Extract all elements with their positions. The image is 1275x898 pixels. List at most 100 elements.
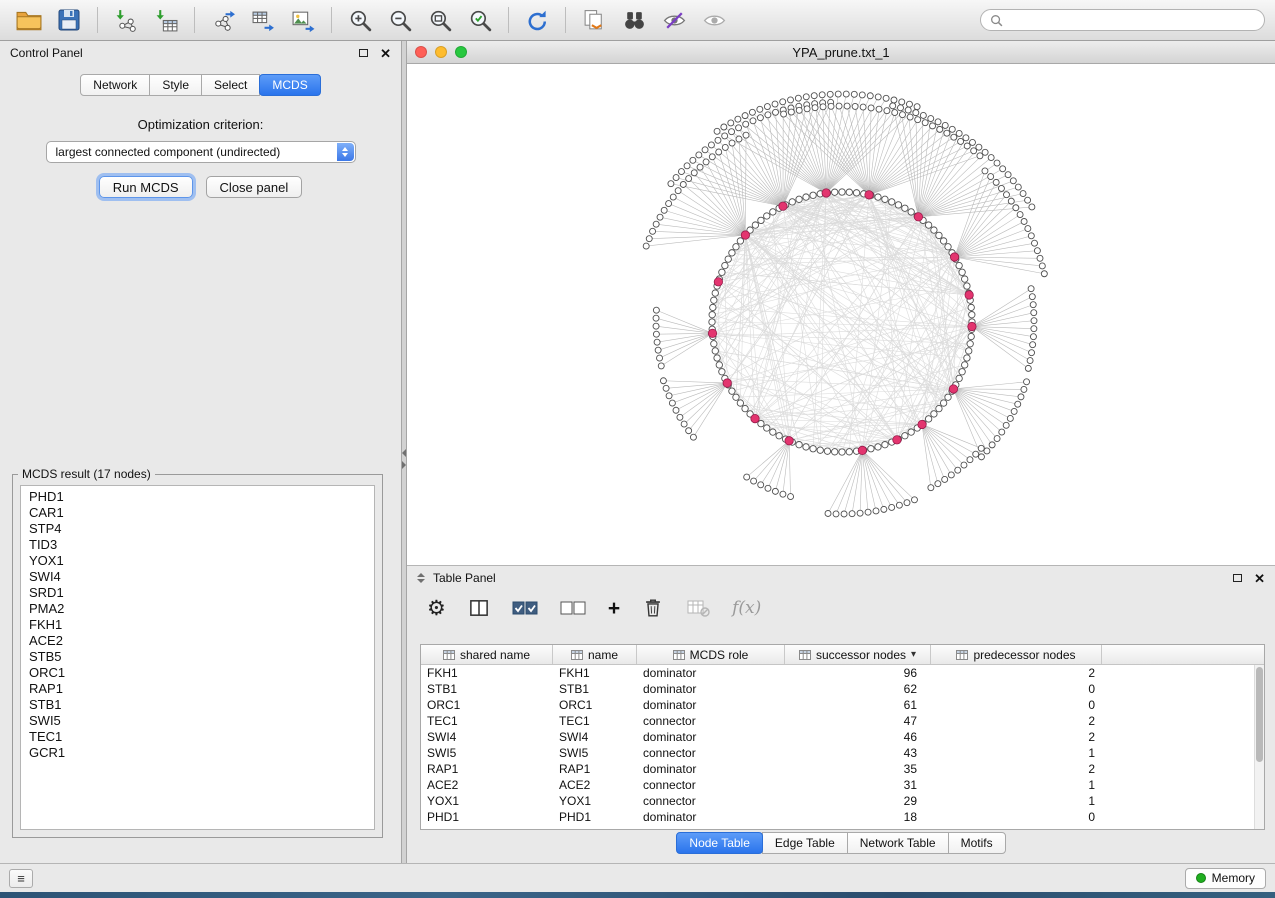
table-row[interactable]: ORC1ORC1dominator610 (421, 697, 1264, 713)
horizontal-splitter-grip-icon[interactable] (417, 573, 425, 583)
save-session-button[interactable] (50, 4, 88, 36)
show-columns-button[interactable] (468, 592, 490, 624)
table-tab-network-table[interactable]: Network Table (847, 832, 949, 854)
deselect-all-button[interactable] (560, 592, 586, 624)
table-tab-edge-table[interactable]: Edge Table (762, 832, 848, 854)
export-network-button[interactable] (204, 4, 242, 36)
task-history-button[interactable]: ≡ (9, 869, 33, 888)
zoom-out-button[interactable] (381, 4, 419, 36)
zoom-in-icon (348, 8, 373, 33)
tab-network[interactable]: Network (80, 74, 150, 96)
plus-icon: + (608, 598, 620, 619)
column-header-predecessor-nodes[interactable]: predecessor nodes (931, 645, 1102, 664)
search-input[interactable] (1009, 12, 1255, 28)
network-titlebar: YPA_prune.txt_1 (407, 41, 1275, 64)
table-row[interactable]: PHD1PHD1dominator180 (421, 809, 1264, 825)
column-type-icon (956, 650, 968, 660)
zoom-selected-button[interactable] (461, 4, 499, 36)
duplicate-network-button[interactable] (575, 4, 613, 36)
close-window-button[interactable] (415, 46, 427, 58)
table-cell: ORC1 (553, 698, 637, 712)
mcds-node-item[interactable]: GCR1 (21, 745, 374, 761)
mcds-node-item[interactable]: PMA2 (21, 601, 374, 617)
zoom-in-button[interactable] (341, 4, 379, 36)
table-row[interactable]: RAP1RAP1dominator352 (421, 761, 1264, 777)
table-cell: YOX1 (421, 794, 553, 808)
close-panel-icon[interactable]: ✕ (380, 47, 391, 60)
table-row[interactable]: YOX1YOX1connector291 (421, 793, 1264, 809)
tab-select[interactable]: Select (201, 74, 260, 96)
delete-column-button[interactable] (642, 592, 664, 624)
column-header-name[interactable]: name (553, 645, 637, 664)
scrollbar-thumb[interactable] (1256, 667, 1263, 762)
table-cell: PHD1 (553, 810, 637, 824)
table-row[interactable]: STB1STB1dominator620 (421, 681, 1264, 697)
mcds-node-item[interactable]: ORC1 (21, 665, 374, 681)
table-row[interactable]: SWI5SWI5connector431 (421, 745, 1264, 761)
maximize-window-button[interactable] (455, 46, 467, 58)
mcds-node-item[interactable]: FKH1 (21, 617, 374, 633)
save-icon (57, 8, 81, 32)
table-row[interactable]: FKH1FKH1dominator962 (421, 665, 1264, 681)
table-cell: 2 (931, 714, 1102, 728)
float-table-panel-icon[interactable] (1233, 574, 1242, 582)
table-row[interactable]: ACE2ACE2connector311 (421, 777, 1264, 793)
table-tab-motifs[interactable]: Motifs (948, 832, 1006, 854)
table-tab-node-table[interactable]: Node Table (676, 832, 763, 854)
tab-mcds[interactable]: MCDS (259, 74, 320, 96)
network-title: YPA_prune.txt_1 (407, 45, 1275, 60)
export-image-icon (291, 8, 316, 33)
add-column-button[interactable]: + (608, 592, 620, 624)
table-cell: 62 (785, 682, 931, 696)
minimize-window-button[interactable] (435, 46, 447, 58)
column-header-successor-nodes[interactable]: successor nodes▾ (785, 645, 931, 664)
splitter-grip-icon[interactable] (402, 446, 406, 472)
close-panel-button[interactable]: Close panel (206, 176, 303, 198)
mcds-node-item[interactable]: ACE2 (21, 633, 374, 649)
tab-style[interactable]: Style (149, 74, 202, 96)
mcds-node-item[interactable]: STP4 (21, 521, 374, 537)
mcds-node-item[interactable]: YOX1 (21, 553, 374, 569)
mcds-node-item[interactable]: TID3 (21, 537, 374, 553)
mcds-node-item[interactable]: RAP1 (21, 681, 374, 697)
mcds-node-item[interactable]: STB1 (21, 697, 374, 713)
zoom-fit-button[interactable] (421, 4, 459, 36)
table-row[interactable]: SWI4SWI4dominator462 (421, 729, 1264, 745)
find-button[interactable] (615, 4, 653, 36)
mcds-node-item[interactable]: SWI5 (21, 713, 374, 729)
open-session-button[interactable] (10, 4, 48, 36)
refresh-button[interactable] (518, 4, 556, 36)
table-scrollbar[interactable] (1254, 665, 1264, 829)
select-all-button[interactable] (512, 592, 538, 624)
table-settings-button[interactable]: ⚙ (427, 592, 446, 624)
column-header-shared-name[interactable]: shared name (421, 645, 553, 664)
close-table-panel-icon[interactable]: ✕ (1254, 572, 1265, 585)
show-all-button[interactable] (695, 4, 733, 36)
table-cell: 29 (785, 794, 931, 808)
mcds-node-item[interactable]: SRD1 (21, 585, 374, 601)
network-canvas[interactable] (407, 64, 1275, 565)
mcds-node-item[interactable]: CAR1 (21, 505, 374, 521)
optimization-dropdown[interactable]: largest connected component (undirected) (46, 141, 356, 163)
export-table-button[interactable] (244, 4, 282, 36)
table-cell: dominator (637, 682, 785, 696)
float-panel-icon[interactable] (359, 49, 368, 57)
hide-selected-button[interactable] (655, 4, 693, 36)
memory-button[interactable]: Memory (1185, 868, 1266, 889)
function-builder-button[interactable]: f(x) (732, 592, 761, 624)
run-mcds-button[interactable]: Run MCDS (99, 176, 193, 198)
toolbar-separator (508, 7, 509, 33)
column-header-MCDS-role[interactable]: MCDS role (637, 645, 785, 664)
mcds-result-list[interactable]: PHD1CAR1STP4TID3YOX1SWI4SRD1PMA2FKH1ACE2… (20, 485, 375, 830)
search-box[interactable] (980, 9, 1265, 31)
mcds-node-item[interactable]: STB5 (21, 649, 374, 665)
mcds-node-item[interactable]: PHD1 (21, 489, 374, 505)
delete-table-button[interactable] (686, 592, 710, 624)
mcds-node-item[interactable]: SWI4 (21, 569, 374, 585)
import-network-button[interactable] (107, 4, 145, 36)
table-row[interactable]: TEC1TEC1connector472 (421, 713, 1264, 729)
import-table-button[interactable] (147, 4, 185, 36)
mcds-node-item[interactable]: TEC1 (21, 729, 374, 745)
export-image-button[interactable] (284, 4, 322, 36)
search-icon (990, 14, 1003, 27)
